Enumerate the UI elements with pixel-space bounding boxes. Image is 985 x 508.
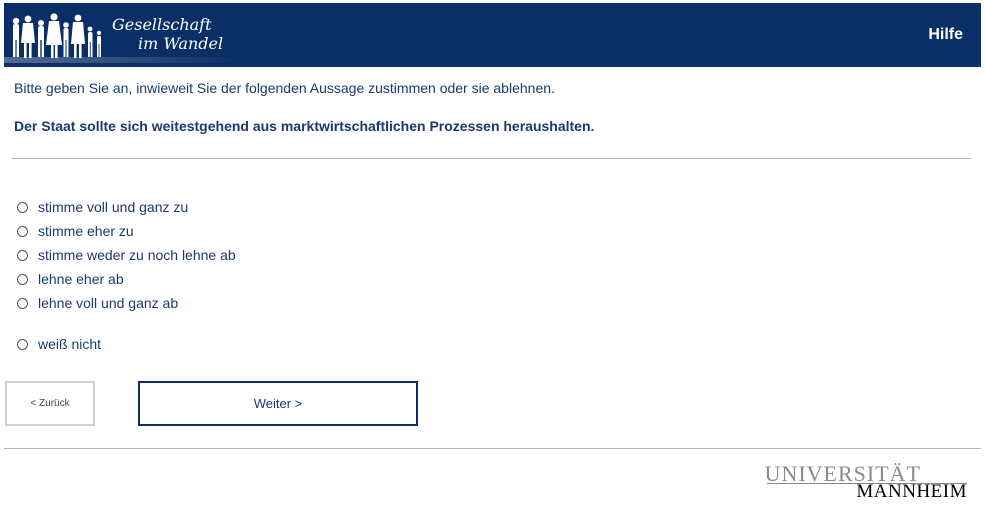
university-mannheim-logo: UNIVERSITÄT MANNHEIM bbox=[765, 462, 967, 502]
answer-option-dont-know[interactable]: weiß nicht bbox=[17, 332, 236, 356]
header-bar: Gesellschaft im Wandel Hilfe bbox=[4, 3, 981, 67]
divider-top bbox=[12, 158, 971, 159]
radio-button[interactable] bbox=[17, 201, 28, 213]
back-button[interactable]: < Zurück bbox=[5, 381, 95, 426]
answer-option[interactable]: lehne eher ab bbox=[17, 267, 236, 291]
radio-button[interactable] bbox=[17, 249, 28, 261]
answer-option[interactable]: stimme eher zu bbox=[17, 219, 236, 243]
answer-option[interactable]: stimme voll und ganz zu bbox=[17, 195, 236, 219]
radio-button[interactable] bbox=[17, 273, 28, 285]
next-button[interactable]: Weiter > bbox=[138, 381, 418, 426]
radio-button[interactable] bbox=[17, 225, 28, 237]
help-link[interactable]: Hilfe bbox=[928, 26, 963, 44]
question-statement: Der Staat sollte sich weitestgehend aus … bbox=[14, 118, 595, 134]
logo-line-1: Gesellschaft bbox=[112, 15, 212, 34]
answer-label: lehne eher ab bbox=[38, 271, 124, 287]
answer-label: lehne voll und ganz ab bbox=[38, 295, 179, 311]
answer-option[interactable]: stimme weder zu noch lehne ab bbox=[17, 243, 236, 267]
logo-wordmark: Gesellschaft im Wandel bbox=[112, 15, 223, 53]
answer-option[interactable]: lehne voll und ganz ab bbox=[17, 291, 236, 315]
answer-label: stimme weder zu noch lehne ab bbox=[38, 247, 236, 263]
logo-line-2: im Wandel bbox=[138, 34, 224, 53]
divider-bottom bbox=[4, 448, 981, 449]
answer-label: weiß nicht bbox=[38, 336, 102, 352]
logo-gesellschaft-im-wandel: Gesellschaft im Wandel bbox=[4, 3, 244, 67]
answer-label: stimme eher zu bbox=[38, 223, 134, 239]
logo-mannheim: MANNHEIM bbox=[856, 481, 967, 502]
radio-button[interactable] bbox=[17, 338, 28, 350]
answer-options: stimme voll und ganz zu stimme eher zu s… bbox=[17, 195, 236, 356]
radio-button[interactable] bbox=[17, 297, 28, 309]
instruction-text: Bitte geben Sie an, inwieweit Sie der fo… bbox=[14, 80, 555, 96]
answer-label: stimme voll und ganz zu bbox=[38, 199, 189, 215]
